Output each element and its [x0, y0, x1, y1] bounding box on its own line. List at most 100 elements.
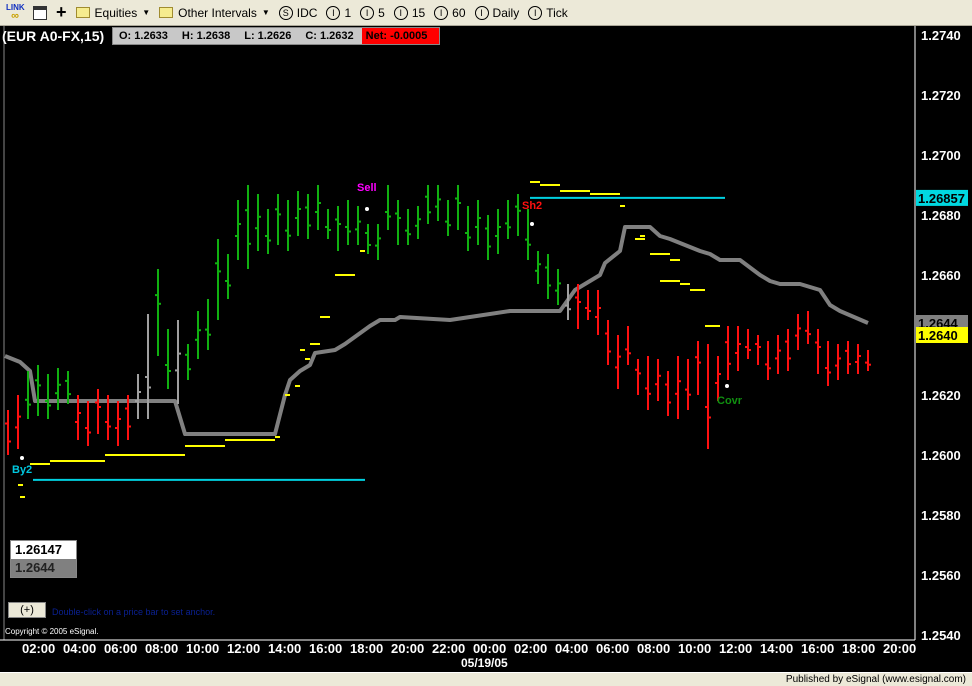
price-tick-label: 1.2540: [921, 628, 961, 643]
time-tick-label: 10:00: [186, 641, 219, 656]
price-bar: [485, 215, 491, 260]
price-bar: [545, 254, 551, 299]
price-bar: [635, 359, 641, 395]
price-bar: [655, 359, 661, 401]
plus-icon: +: [56, 2, 67, 22]
price-bar: [405, 209, 411, 245]
time-tick-label: 08:00: [145, 641, 178, 656]
time-tick-label: 10:00: [678, 641, 711, 656]
interval-button-5[interactable]: I5: [360, 5, 385, 20]
price-bar: [335, 206, 341, 251]
price-bar: [255, 194, 261, 251]
time-tick-label: 12:00: [227, 641, 260, 656]
price-tick-label: 1.2560: [921, 568, 961, 583]
price-bar: [555, 269, 561, 305]
interval-circle-icon: I: [434, 5, 449, 20]
interval-circle-icon: I: [393, 5, 408, 20]
other-intervals-dropdown[interactable]: Other Intervals ▼: [159, 6, 270, 20]
close-value: C: 1.2632: [305, 30, 354, 42]
price-bar: [455, 185, 461, 230]
price-bar: [845, 341, 851, 374]
price-bar: [265, 209, 271, 254]
price-bar: [205, 299, 211, 350]
price-bar: [415, 206, 421, 239]
time-tick-label: 12:00: [719, 641, 752, 656]
interval-button-1[interactable]: I1: [326, 5, 351, 20]
price-bar: [605, 320, 611, 365]
price-bar: [175, 320, 181, 404]
price-bar: [465, 206, 471, 251]
price-marker-label: 1.26857: [918, 191, 965, 206]
price-tick-label: 1.2580: [921, 508, 961, 523]
price-bar: [705, 344, 711, 449]
anchor-hint: Double-click on a price bar to set ancho…: [52, 607, 216, 617]
price-tick-label: 1.2660: [921, 268, 961, 283]
price-tick-label: 1.2620: [921, 388, 961, 403]
price-bar: [735, 326, 741, 371]
price-bar: [225, 254, 231, 299]
price-bar: [645, 356, 651, 410]
price-bar: [795, 314, 801, 350]
interval-button-tick[interactable]: I Tick: [528, 5, 568, 20]
high-value: H: 1.2638: [181, 30, 231, 42]
symbol-source-button[interactable]: S IDC: [278, 5, 317, 20]
interval-button-15[interactable]: I 15: [393, 5, 425, 20]
time-tick-label: 02:00: [22, 641, 55, 656]
expand-button[interactable]: (+): [8, 602, 46, 618]
last-price: 1.2644: [11, 559, 76, 577]
signal-dot: [20, 456, 24, 460]
symbol-title: (EUR A0-FX,15): [2, 28, 105, 44]
link-button[interactable]: LINK ∞: [6, 4, 25, 22]
interval-circle-icon: I: [360, 5, 375, 20]
price-bar: [355, 206, 361, 245]
price-bar: [5, 410, 11, 455]
interval-circle-icon: I: [326, 5, 341, 20]
price-bar: [865, 350, 871, 371]
price-bar: [855, 344, 861, 374]
price-bar: [535, 251, 541, 284]
price-bar: [625, 326, 631, 365]
price-bar: [805, 311, 811, 344]
symbol-circle-icon: S: [278, 5, 293, 20]
price-marker: 1.2640: [916, 327, 968, 343]
price-bar: [615, 335, 621, 389]
date-label: 05/19/05: [461, 656, 508, 670]
price-bar: [515, 194, 521, 236]
price-chart[interactable]: 1.2740 1.2720 1.2700 1.2680 1.2660 1.2640 1.26…: [0, 26, 972, 672]
price-bar: [235, 200, 241, 260]
price-bar: [815, 329, 821, 374]
price-bar: [495, 209, 501, 254]
price-bar: [365, 224, 371, 254]
price-bar: [675, 356, 681, 419]
folder-icon: [75, 7, 90, 18]
chevron-down-icon: ▼: [261, 8, 270, 17]
toolbar: LINK ∞ + Equities ▼ Other Intervals ▼ S IDC …: [0, 0, 972, 26]
time-tick-label: 18:00: [350, 641, 383, 656]
open-value: O: 1.2633: [119, 30, 168, 42]
time-tick-label: 06:00: [104, 641, 137, 656]
price-bar: [775, 335, 781, 374]
price-bar: [245, 185, 251, 269]
time-tick-label: 22:00: [432, 641, 465, 656]
price-bar: [385, 185, 391, 230]
price-bar: [725, 326, 731, 380]
time-tick-label: 04:00: [555, 641, 588, 656]
price-bar: [395, 200, 401, 245]
cursor-price: 1.26147: [11, 541, 76, 559]
price-bar: [825, 341, 831, 386]
price-bar: [155, 269, 161, 356]
equities-dropdown[interactable]: Equities ▼: [75, 6, 150, 20]
price-bar: [165, 329, 171, 389]
properties-button[interactable]: [33, 5, 47, 20]
price-bar: [185, 344, 191, 380]
interval-button-60[interactable]: I 60: [434, 5, 466, 20]
price-bar: [835, 344, 841, 380]
price-marker: 1.26857: [916, 189, 968, 206]
price-bar: [505, 200, 511, 239]
price-bar: [295, 191, 301, 236]
add-button[interactable]: +: [56, 2, 67, 23]
interval-circle-icon: I: [528, 5, 543, 20]
time-tick-label: 20:00: [391, 641, 424, 656]
interval-button-daily[interactable]: I Daily: [474, 5, 519, 20]
price-tick-label: 1.2720: [921, 88, 961, 103]
